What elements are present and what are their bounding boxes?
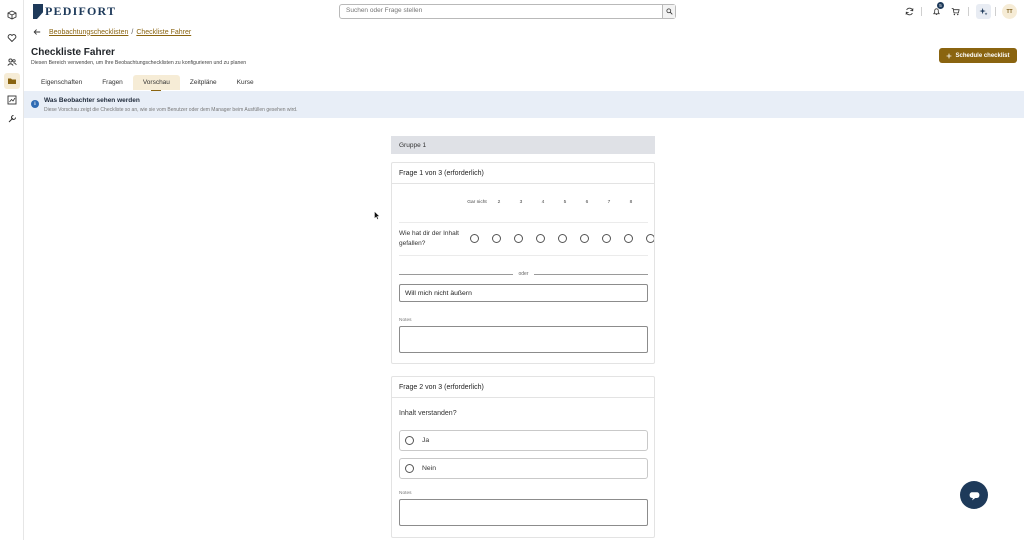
or-divider: oder	[399, 270, 648, 278]
separator	[968, 7, 969, 16]
scale-header: 2	[497, 200, 501, 205]
question-2-text: Inhalt verstanden?	[399, 410, 457, 417]
notes-label: Notes	[399, 491, 412, 496]
cube-icon[interactable]	[4, 7, 20, 23]
logo-mark-icon	[33, 4, 43, 19]
schedule-checklist-button[interactable]: Schedule checklist	[939, 48, 1017, 63]
breadcrumb-parent-link[interactable]: Beobachtungschecklisten	[49, 29, 128, 36]
question-1-title: Frage 1 von 3 (erforderlich)	[392, 163, 654, 184]
notes-textarea[interactable]	[399, 499, 648, 526]
mouse-cursor-icon	[374, 211, 380, 220]
sparkle-icon	[979, 7, 988, 16]
heart-icon[interactable]	[4, 30, 20, 46]
scale-header: 3	[519, 200, 523, 205]
users-icon[interactable]	[4, 54, 20, 70]
rating-radio-4[interactable]	[536, 234, 545, 243]
top-bar: PEDIFORT 5 TT	[24, 0, 1024, 24]
bell-icon[interactable]: 5	[931, 2, 944, 16]
tools-icon[interactable]	[4, 111, 20, 127]
chart-icon[interactable]	[4, 92, 20, 108]
plus-icon	[947, 53, 952, 58]
schedule-checklist-label: Schedule checklist	[955, 52, 1010, 59]
notes-label: Notes	[399, 318, 412, 323]
ai-assistant-button[interactable]	[976, 4, 991, 19]
group-header: Gruppe 1	[391, 136, 655, 154]
option-radio[interactable]	[405, 436, 414, 445]
avatar[interactable]: TT	[1002, 4, 1017, 19]
info-banner-text: Diese Vorschau zeigt die Checkliste so a…	[44, 106, 298, 113]
question-card-1: Frage 1 von 3 (erforderlich) Gar nicht 2…	[391, 162, 655, 364]
rating-radio-1[interactable]	[470, 234, 479, 243]
breadcrumb-current-link[interactable]: Checkliste Fahrer	[136, 29, 191, 36]
notification-badge: 5	[937, 2, 944, 9]
back-arrow-icon[interactable]	[33, 28, 41, 36]
search-icon[interactable]	[662, 5, 675, 18]
page-title: Checkliste Fahrer	[31, 47, 115, 58]
logo[interactable]: PEDIFORT	[33, 4, 116, 19]
rating-radio-9[interactable]	[646, 234, 654, 243]
search-input[interactable]	[346, 7, 646, 14]
option-nein[interactable]: Nein	[399, 458, 648, 479]
tab-fragen[interactable]: Fragen	[92, 75, 133, 90]
rating-radio-6[interactable]	[580, 234, 589, 243]
tab-eigenschaften[interactable]: Eigenschaften	[31, 75, 92, 90]
scale-header: 4	[541, 200, 545, 205]
question-card-2: Frage 2 von 3 (erforderlich) Inhalt vers…	[391, 376, 655, 538]
scale-header: 6	[585, 200, 589, 205]
option-label: Nein	[422, 465, 436, 472]
tab-vorschau[interactable]: Vorschau	[132, 75, 180, 91]
notes-textarea[interactable]	[399, 326, 648, 353]
tab-bar: Eigenschaften Fragen Vorschau Zeitpläne …	[31, 75, 264, 91]
option-label: Ja	[422, 437, 430, 444]
folder-icon[interactable]	[4, 73, 20, 89]
breadcrumb: Beobachtungschecklisten / Checkliste Fah…	[33, 28, 191, 36]
rating-radio-7[interactable]	[602, 234, 611, 243]
divider	[399, 255, 648, 256]
info-banner-title: Was Beobachter sehen werden	[44, 97, 140, 104]
rating-radio-8[interactable]	[624, 234, 633, 243]
scale-header: 8	[629, 200, 633, 205]
optout-field[interactable]: Will mich nicht äußern	[399, 284, 648, 302]
question-1-text: Wie hat dir der Inhalt gefallen?	[399, 230, 459, 247]
option-radio[interactable]	[405, 464, 414, 473]
rating-radio-3[interactable]	[514, 234, 523, 243]
chat-icon	[969, 491, 979, 500]
question-2-title: Frage 2 von 3 (erforderlich)	[392, 377, 654, 398]
page-subtitle: Diesen Bereich verwenden, um Ihre Beobac…	[31, 60, 247, 66]
chat-button[interactable]	[960, 481, 988, 509]
option-ja[interactable]: Ja	[399, 430, 648, 451]
scale-header: 5	[563, 200, 567, 205]
scale-header: 7	[607, 200, 611, 205]
separator	[995, 7, 996, 16]
sidebar	[0, 0, 24, 540]
cart-icon[interactable]	[950, 6, 960, 16]
tab-zeitplaene[interactable]: Zeitpläne	[180, 75, 227, 90]
rating-radio-5[interactable]	[558, 234, 567, 243]
scale-header: Gar nicht	[467, 200, 487, 205]
breadcrumb-separator: /	[131, 28, 134, 36]
divider	[399, 222, 648, 223]
tab-kurse[interactable]: Kurse	[227, 75, 264, 90]
search-bar[interactable]	[339, 4, 676, 19]
divider-line	[534, 274, 648, 275]
rating-radio-overflow	[646, 234, 654, 243]
info-icon: i	[31, 100, 39, 108]
info-banner: i Was Beobachter sehen werden Diese Vors…	[24, 91, 1024, 118]
rating-radio-2[interactable]	[492, 234, 501, 243]
separator	[921, 7, 922, 16]
logo-text: PEDIFORT	[45, 4, 117, 18]
refresh-icon[interactable]	[904, 6, 914, 16]
